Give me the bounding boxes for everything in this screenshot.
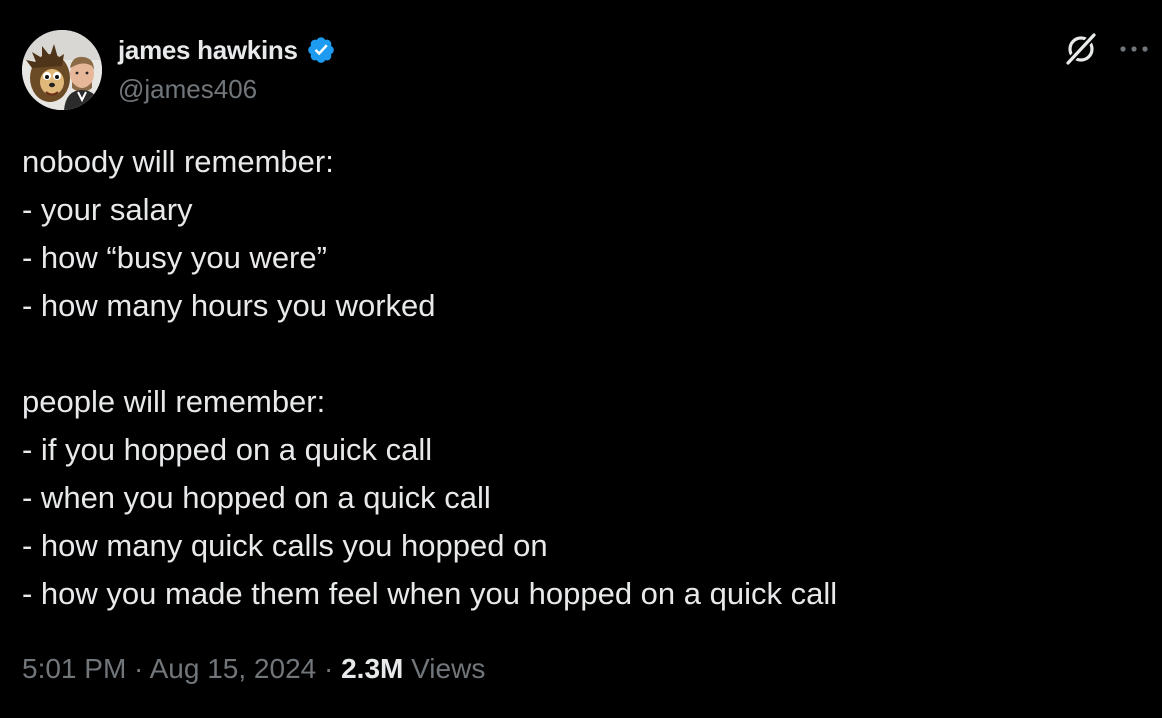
tweet-line: - how many quick calls you hopped on [22, 528, 548, 563]
verified-badge-icon [306, 35, 336, 65]
tweet-line: - if you hopped on a quick call [22, 432, 433, 467]
views-count[interactable]: 2.3M [341, 653, 403, 684]
tweet-line: - how many hours you worked [22, 288, 436, 323]
more-horizontal-icon[interactable] [1118, 40, 1150, 58]
display-name[interactable]: james hawkins [118, 35, 298, 66]
tweet-text: nobody will remember: - your salary - ho… [22, 138, 1132, 618]
meta-separator: · [126, 653, 150, 684]
tweet-line: people will remember: [22, 384, 326, 419]
tweet-line: - how you made them feel when you hopped… [22, 576, 838, 611]
tweet-card: james hawkins @james406 nobody will reme… [0, 0, 1162, 718]
tweet-line: - your salary [22, 192, 193, 227]
tweet-line: nobody will remember: [22, 144, 334, 179]
tweet-line: - how “busy you were” [22, 240, 327, 275]
author-handle[interactable]: @james406 [118, 74, 257, 105]
avatar-image [22, 30, 102, 110]
author-name-row[interactable]: james hawkins [118, 33, 336, 67]
tweet-time[interactable]: 5:01 PM [22, 653, 126, 684]
views-label[interactable]: Views [403, 653, 485, 684]
avatar[interactable] [22, 30, 102, 110]
meta-separator: · [316, 653, 342, 684]
tweet-date[interactable]: Aug 15, 2024 [150, 653, 317, 684]
tweet-meta: 5:01 PM · Aug 15, 2024 · 2.3M Views [22, 653, 485, 685]
tweet-line: - when you hopped on a quick call [22, 480, 491, 515]
grok-icon[interactable] [1062, 30, 1100, 68]
